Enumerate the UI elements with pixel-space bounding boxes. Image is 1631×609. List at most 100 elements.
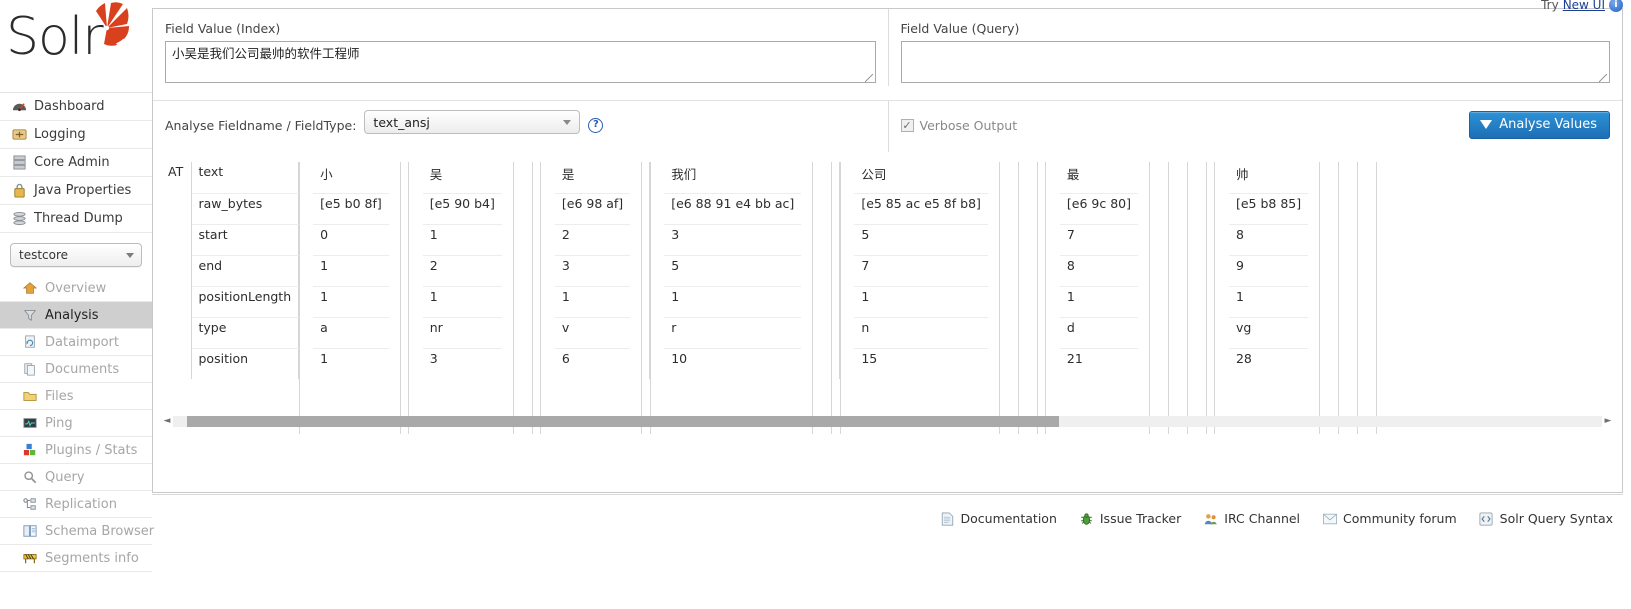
column-rule — [298, 162, 300, 434]
empty-slot — [502, 193, 521, 224]
token-value: 3 — [429, 350, 438, 366]
verbose-checkbox[interactable]: ✓ — [900, 118, 914, 132]
empty-slot — [1365, 255, 1384, 286]
sidebar-item-label: Query — [45, 469, 85, 485]
sidebar-item-ping[interactable]: Ping — [0, 410, 152, 437]
column-rule — [1319, 162, 1321, 434]
empty-slot — [630, 348, 650, 379]
sidebar-item-core-admin[interactable]: Core Admin — [0, 149, 152, 177]
footer-link-irc-channel[interactable]: IRC Channel — [1203, 511, 1300, 526]
sidebar-item-segments-info[interactable]: Segments info — [0, 545, 152, 572]
analyse-values-button[interactable]: Analyse Values — [1469, 111, 1610, 139]
scroll-left-arrow[interactable]: ◄ — [161, 414, 173, 428]
column-separator — [298, 348, 314, 379]
empty-slot — [389, 348, 409, 379]
empty-slot — [1007, 224, 1026, 255]
envelope-icon — [1322, 511, 1337, 526]
token-value: 2 — [422, 255, 502, 287]
sidebar-item-overview[interactable]: Overview — [0, 275, 152, 302]
sidebar-item-plugins-stats[interactable]: Plugins / Stats — [0, 437, 152, 464]
sidebar-item-label: Documents — [45, 361, 120, 377]
empty-slot — [1138, 348, 1157, 379]
sidebar-item-documents[interactable]: Documents — [0, 356, 152, 383]
sidebar-item-label: Schema Browser — [45, 523, 155, 539]
token-value: 最 — [1059, 162, 1138, 194]
sidebar-item-analysis[interactable]: Analysis — [0, 302, 152, 329]
token-value: 28 — [1235, 350, 1252, 366]
analysis-row-text: AT text 小 吴 是 我们 公司 最 帅 — [161, 162, 1384, 379]
empty-slot — [1026, 317, 1046, 348]
empty-slot — [1195, 317, 1215, 348]
sidebar-item-schema-browser[interactable]: Schema Browser — [0, 518, 155, 545]
empty-slot — [988, 224, 1007, 255]
core-selector[interactable]: testcore — [10, 243, 142, 267]
column-rule — [998, 162, 1000, 434]
column-separator — [649, 317, 665, 348]
sidebar-item-java-properties[interactable]: Java Properties — [0, 177, 152, 205]
column-separator — [839, 162, 855, 193]
sidebar-item-replication[interactable]: Replication — [0, 491, 152, 518]
token-value: 公司 — [854, 162, 988, 194]
token-value: 1 — [313, 255, 389, 287]
column-rule — [1214, 162, 1216, 434]
token-value: a — [313, 317, 389, 349]
column-separator — [649, 162, 665, 193]
token-value: 帅 — [1228, 162, 1309, 194]
core-selector-value: testcore — [19, 248, 69, 262]
footer-link-solr-query-syntax[interactable]: Solr Query Syntax — [1479, 511, 1613, 526]
dataimport-icon — [22, 334, 38, 350]
empty-slot — [1308, 286, 1327, 317]
footer-link-label: Issue Tracker — [1099, 511, 1182, 526]
sidebar-item-label: Core Admin — [34, 155, 110, 170]
token-value: [e5 b8 85] — [1228, 193, 1309, 225]
fieldtype-select[interactable]: text_ansj — [364, 110, 581, 134]
token-value: v — [554, 317, 631, 349]
footer-link-documentation[interactable]: Documentation — [940, 511, 1057, 526]
token-value: 5 — [854, 224, 988, 256]
attribute-name: raw_bytes — [191, 193, 299, 225]
magnifier-icon — [22, 469, 38, 485]
help-icon[interactable]: ? — [588, 117, 604, 133]
sidebar-item-label: Java Properties — [34, 183, 132, 198]
sidebar-item-label: Analysis — [45, 307, 99, 323]
empty-slot — [1026, 224, 1046, 255]
sidebar-item-dashboard[interactable]: Dashboard — [0, 93, 152, 121]
sidebar-item-files[interactable]: Files — [0, 383, 152, 410]
solr-burst-logo-icon — [96, 2, 129, 46]
sidebar-item-label: Logging — [34, 127, 86, 142]
scroll-track[interactable] — [173, 415, 1602, 427]
funnel-icon — [22, 307, 38, 323]
empty-slot — [389, 317, 409, 348]
column-separator — [839, 255, 855, 286]
empty-slot — [1138, 286, 1157, 317]
column-separator — [649, 348, 665, 379]
footer-link-issue-tracker[interactable]: Issue Tracker — [1079, 511, 1181, 526]
column-separator — [1044, 255, 1060, 286]
column-separator — [1044, 348, 1060, 379]
token-value: 1 — [320, 350, 329, 366]
empty-slot — [1007, 348, 1026, 379]
token-value: 8 — [1059, 255, 1138, 287]
index-textarea[interactable] — [165, 41, 876, 83]
empty-slot — [1327, 224, 1346, 255]
column-separator — [649, 286, 665, 317]
sidebar-item-logging[interactable]: Logging — [0, 121, 152, 149]
solr-logo[interactable]: Solr — [0, 0, 152, 92]
horizontal-scrollbar[interactable]: ◄ ► — [161, 414, 1614, 428]
scroll-thumb[interactable] — [187, 415, 1059, 427]
column-rule — [540, 162, 542, 434]
sidebar-item-query[interactable]: Query — [0, 464, 152, 491]
verbose-output-toggle[interactable]: ✓ Verbose Output — [900, 118, 1017, 133]
scroll-right-arrow[interactable]: ► — [1602, 414, 1614, 428]
document-icon — [940, 511, 955, 526]
new-ui-link[interactable]: New UI — [1563, 0, 1605, 12]
house-icon — [22, 280, 38, 296]
sidebar-item-dataimport[interactable]: Dataimport — [0, 329, 152, 356]
index-textarea-wrap — [165, 41, 876, 86]
footer-link-community-forum[interactable]: Community forum — [1322, 511, 1457, 526]
info-icon[interactable]: i — [1609, 0, 1623, 12]
sidebar-item-thread-dump[interactable]: Thread Dump — [0, 205, 152, 233]
query-textarea[interactable] — [900, 41, 1610, 83]
empty-slot — [1327, 348, 1346, 379]
empty-slot — [1365, 162, 1384, 193]
